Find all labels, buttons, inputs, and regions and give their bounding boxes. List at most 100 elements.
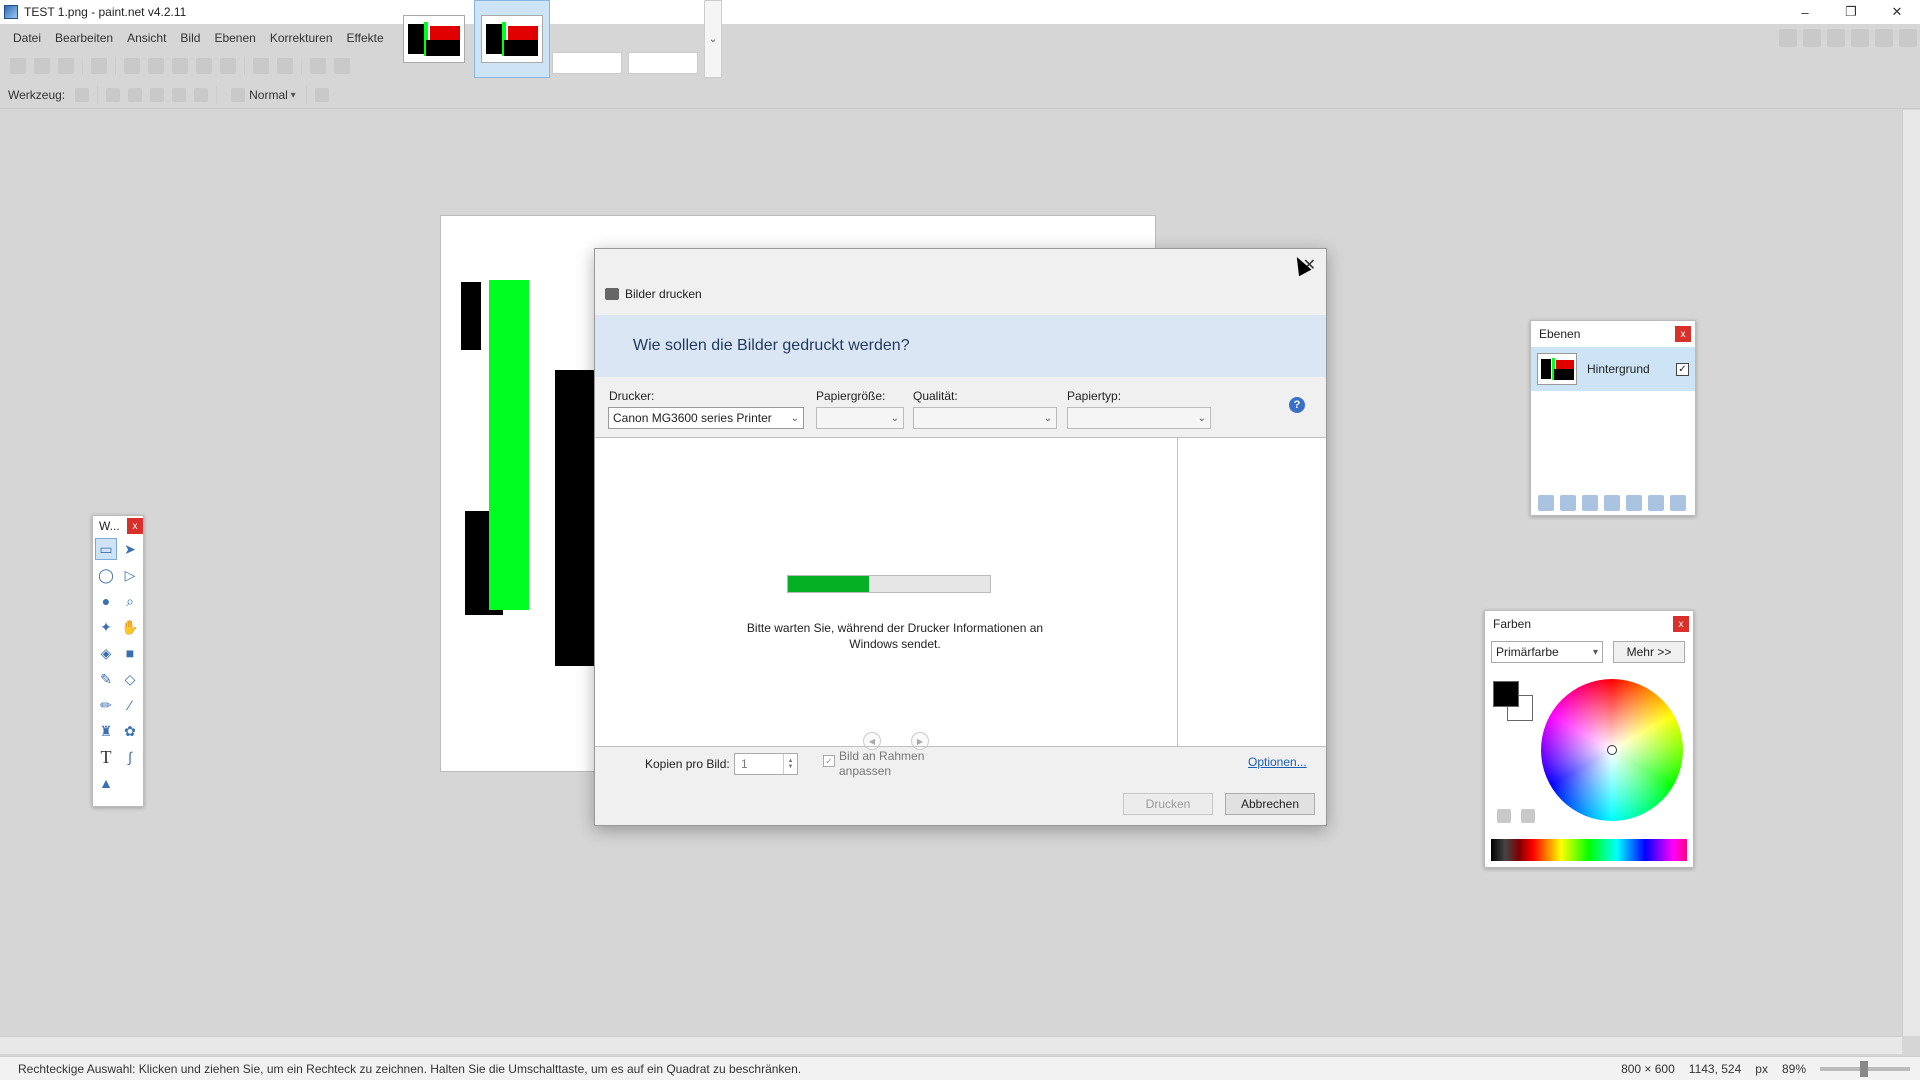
layer-visibility-checkbox[interactable]: ✓ [1676,362,1689,376]
history-window-icon[interactable] [1803,29,1821,47]
copy-icon[interactable] [148,58,164,74]
shapes-tool-icon[interactable]: ▲ [95,772,117,794]
settings-icon[interactable] [1875,29,1893,47]
more-colors-button[interactable]: Mehr >> [1613,641,1685,663]
layers-window-icon[interactable] [1827,29,1845,47]
color-wheel[interactable] [1541,679,1683,821]
ruler-icon[interactable] [334,58,350,74]
palette-menu-icon[interactable] [1521,809,1535,823]
menu-bild[interactable]: Bild [173,27,207,49]
cut-icon[interactable] [124,58,140,74]
selection-exclude-icon[interactable] [150,88,165,102]
fit-to-frame-label-line-2: anpassen [839,764,892,778]
print-icon[interactable] [91,58,107,74]
move-selected-tool-icon[interactable]: ➤ [119,538,141,560]
color-target-dropdown[interactable]: Primärfarbe ▾ [1491,641,1603,663]
layer-row[interactable]: Hintergrund ✓ [1531,347,1695,391]
tools-window-icon[interactable] [1779,29,1797,47]
menu-ebenen[interactable]: Ebenen [207,27,262,49]
tabs-scroll-button[interactable]: ⌄ [704,0,722,78]
menu-ansicht[interactable]: Ansicht [120,27,173,49]
options-link[interactable]: Optionen... [1248,755,1307,769]
tools-close-button[interactable]: x [127,518,143,534]
zoom-slider[interactable] [1820,1061,1910,1077]
reset-colors-icon[interactable] [1497,809,1511,823]
save-icon[interactable] [58,58,74,74]
help-icon[interactable] [1899,29,1917,47]
paint-bucket-tool-icon[interactable]: ◈ [95,642,117,664]
paste-icon[interactable] [172,58,188,74]
new-icon[interactable] [10,58,26,74]
redo-icon[interactable] [277,58,293,74]
printer-dropdown[interactable]: Canon MG3600 series Printer ⌄ [608,407,804,429]
fit-to-frame-checkbox[interactable]: ✓ [823,755,835,767]
color-picker-tool-icon[interactable]: ⁄ [119,694,141,716]
eraser-tool-icon[interactable]: ◇ [119,668,141,690]
quality-dropdown[interactable]: ⌄ [913,407,1057,429]
selection-mode-dropdown[interactable]: Normal ▾ [227,88,296,102]
ellipse-select-tool-icon[interactable]: ● [95,590,117,612]
restore-button[interactable]: ❐ [1828,0,1874,24]
antialiasing-icon[interactable] [314,88,329,102]
undo-icon[interactable] [253,58,269,74]
menu-bearbeiten[interactable]: Bearbeiten [48,27,120,49]
lasso-select-tool-icon[interactable]: ◯ [95,564,117,586]
minimize-button[interactable]: – [1782,0,1828,24]
close-window-button[interactable]: ✕ [1874,0,1920,24]
zoom-tool-icon[interactable]: ⌕ [119,590,141,612]
layers-close-button[interactable]: x [1675,326,1691,342]
line-curve-tool-icon[interactable]: ∫ [119,746,141,768]
menu-korrekturen[interactable]: Korrekturen [263,27,340,49]
colors-window-icon[interactable] [1851,29,1869,47]
cancel-button[interactable]: Abbrechen [1225,793,1315,815]
merge-layer-icon[interactable] [1604,495,1620,511]
move-selection-tool-icon[interactable]: ▷ [119,564,141,586]
horizontal-scrollbar[interactable] [0,1036,1902,1054]
menu-effekte[interactable]: Effekte [340,27,391,49]
color-palette[interactable] [1491,839,1687,861]
magic-wand-tool-icon[interactable]: ✦ [95,616,117,638]
add-layer-icon[interactable] [1538,495,1554,511]
unit-selector[interactable]: px [1755,1062,1768,1076]
vertical-scrollbar[interactable] [1902,110,1920,1036]
move-layer-down-icon[interactable] [1648,495,1664,511]
menu-datei[interactable]: Datei [6,27,48,49]
zoom-level[interactable]: 89% [1782,1062,1806,1076]
selection-union-icon[interactable] [128,88,143,102]
paper-size-dropdown[interactable]: ⌄ [816,407,904,429]
help-icon[interactable]: ? [1289,397,1305,413]
selection-mode-icon [231,88,246,102]
colors-close-button[interactable]: x [1673,616,1689,632]
paintbrush-tool-icon[interactable]: ✎ [95,668,117,690]
duplicate-layer-icon[interactable] [1582,495,1598,511]
copies-spinner[interactable]: 1 ▲ ▼ [734,753,798,775]
grid-icon[interactable] [310,58,326,74]
pencil-tool-icon[interactable]: ✏ [95,694,117,716]
selection-invert-icon[interactable] [194,88,209,102]
zoom-slider-thumb[interactable] [1860,1061,1868,1077]
selection-replace-icon[interactable] [106,88,121,102]
primary-color-swatch[interactable] [1493,681,1519,707]
pan-tool-icon[interactable]: ✋ [119,616,141,638]
color-wheel-selector[interactable] [1607,745,1617,755]
move-layer-up-icon[interactable] [1626,495,1642,511]
layer-properties-icon[interactable] [1670,495,1686,511]
print-button[interactable]: Drucken [1123,793,1213,815]
delete-layer-icon[interactable] [1560,495,1576,511]
crop-icon[interactable] [196,58,212,74]
recolor-tool-icon[interactable]: ✿ [119,720,141,742]
open-icon[interactable] [34,58,50,74]
deselect-icon[interactable] [220,58,236,74]
text-tool-icon[interactable]: T [95,746,117,768]
next-page-icon[interactable]: ▶ [911,732,929,750]
image-tab-2-active[interactable] [474,0,550,78]
previous-page-icon[interactable]: ◀ [863,732,881,750]
rectangle-select-tool-icon[interactable]: ▭ [95,538,117,560]
tool-chooser-icon[interactable] [75,88,90,102]
image-tab-1[interactable] [396,0,472,78]
selection-intersect-icon[interactable] [172,88,187,102]
gradient-tool-icon[interactable]: ■ [119,642,141,664]
paper-type-dropdown[interactable]: ⌄ [1067,407,1211,429]
clone-stamp-tool-icon[interactable]: ♜ [95,720,117,742]
spinner-arrows-icon[interactable]: ▲ ▼ [783,754,797,774]
